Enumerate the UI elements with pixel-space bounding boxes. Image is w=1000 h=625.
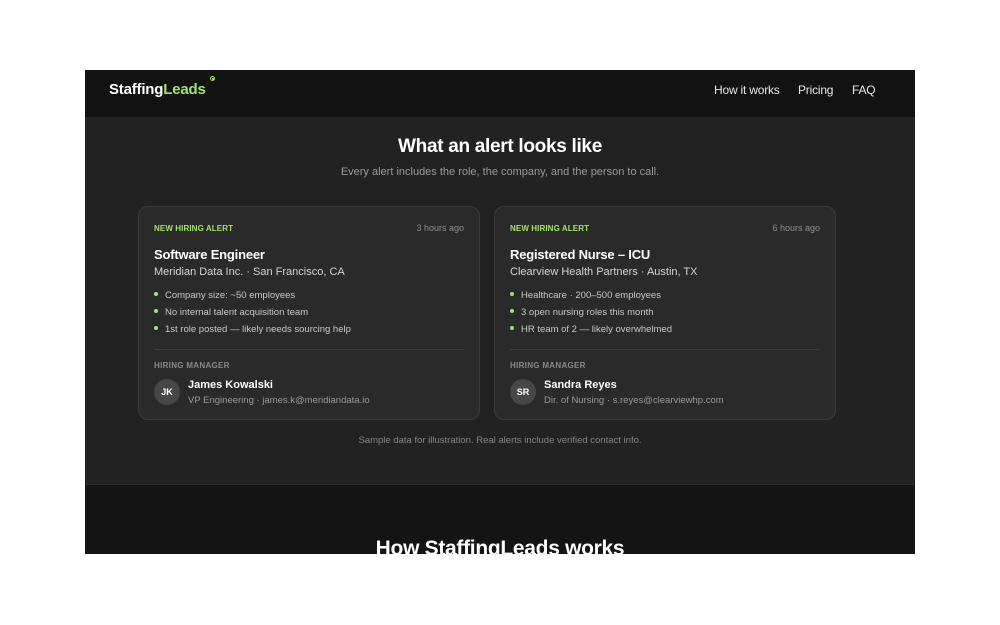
hiring-manager-label: HIRING MANAGER <box>510 361 586 370</box>
fact-text: HR team of 2 — likely overwhelmed <box>521 324 672 335</box>
alert-card: NEW HIRING ALERT 3 hours ago Software En… <box>138 206 480 420</box>
alert-company: Clearview Health Partners · Austin, TX <box>510 266 698 278</box>
bullet-dot-icon <box>510 292 514 296</box>
list-item: Company size: ~50 employees <box>154 290 351 307</box>
section-subtitle: Every alert includes the role, the compa… <box>340 166 660 178</box>
alert-badge: NEW HIRING ALERT <box>510 224 590 233</box>
bullet-dot-icon <box>154 326 158 330</box>
card-divider <box>154 349 464 350</box>
alert-facts: Company size: ~50 employees No internal … <box>154 290 351 341</box>
alert-badge: NEW HIRING ALERT <box>154 224 234 233</box>
alert-company: Meridian Data Inc. · San Francisco, CA <box>154 266 345 278</box>
bullet-dot-icon <box>154 309 158 313</box>
fact-text: 3 open nursing roles this month <box>521 307 654 318</box>
alert-role: Software Engineer <box>154 247 265 262</box>
list-item: Healthcare · 200–500 employees <box>510 290 672 307</box>
list-item: 1st role posted — likely needs sourcing … <box>154 324 351 341</box>
top-nav: StaffingLeads How it works Pricing FAQ <box>85 70 915 117</box>
logo[interactable]: StaffingLeads <box>109 81 206 98</box>
bullet-dot-icon <box>510 326 514 330</box>
nav-link-pricing[interactable]: Pricing <box>798 83 833 97</box>
fact-text: Company size: ~50 employees <box>165 290 296 301</box>
logo-text-staffing: Staffing <box>109 81 164 98</box>
hiring-manager-detail: VP Engineering · james.k@meridiandata.io <box>188 395 370 406</box>
list-item: HR team of 2 — likely overwhelmed <box>510 324 672 341</box>
sample-data-footnote: Sample data for illustration. Real alert… <box>358 435 642 446</box>
section-title: What an alert looks like <box>398 136 602 157</box>
alert-role: Registered Nurse – ICU <box>510 247 651 262</box>
avatar: SR <box>510 379 536 405</box>
fact-text: Healthcare · 200–500 employees <box>521 290 661 301</box>
fact-text: 1st role posted — likely needs sourcing … <box>165 324 351 335</box>
how-it-works-section: How StaffingLeads works <box>85 484 915 554</box>
page-frame: StaffingLeads How it works Pricing FAQ W… <box>85 70 915 554</box>
list-item: 3 open nursing roles this month <box>510 307 672 324</box>
nav-link-how-it-works[interactable]: How it works <box>714 83 780 97</box>
fact-text: No internal talent acquisition team <box>165 307 309 318</box>
alert-time: 3 hours ago <box>416 223 464 233</box>
logo-text-leads: Leads <box>163 81 206 98</box>
bullet-dot-icon <box>510 309 514 313</box>
hiring-manager-name: Sandra Reyes <box>544 379 617 391</box>
logo-dot-icon <box>210 76 215 81</box>
alert-card: NEW HIRING ALERT 6 hours ago Registered … <box>494 206 836 420</box>
hiring-manager-detail: Dir. of Nursing · s.reyes@clearviewhp.co… <box>544 395 724 406</box>
bullet-dot-icon <box>154 292 158 296</box>
nav-link-faq[interactable]: FAQ <box>852 83 876 97</box>
avatar: JK <box>154 379 180 405</box>
alert-facts: Healthcare · 200–500 employees 3 open nu… <box>510 290 672 341</box>
list-item: No internal talent acquisition team <box>154 307 351 324</box>
hiring-manager-label: HIRING MANAGER <box>154 361 230 370</box>
hiring-manager-name: James Kowalski <box>188 379 273 391</box>
alert-time: 6 hours ago <box>772 223 820 233</box>
card-divider <box>510 349 820 350</box>
how-it-works-title: How StaffingLeads works <box>375 537 625 554</box>
